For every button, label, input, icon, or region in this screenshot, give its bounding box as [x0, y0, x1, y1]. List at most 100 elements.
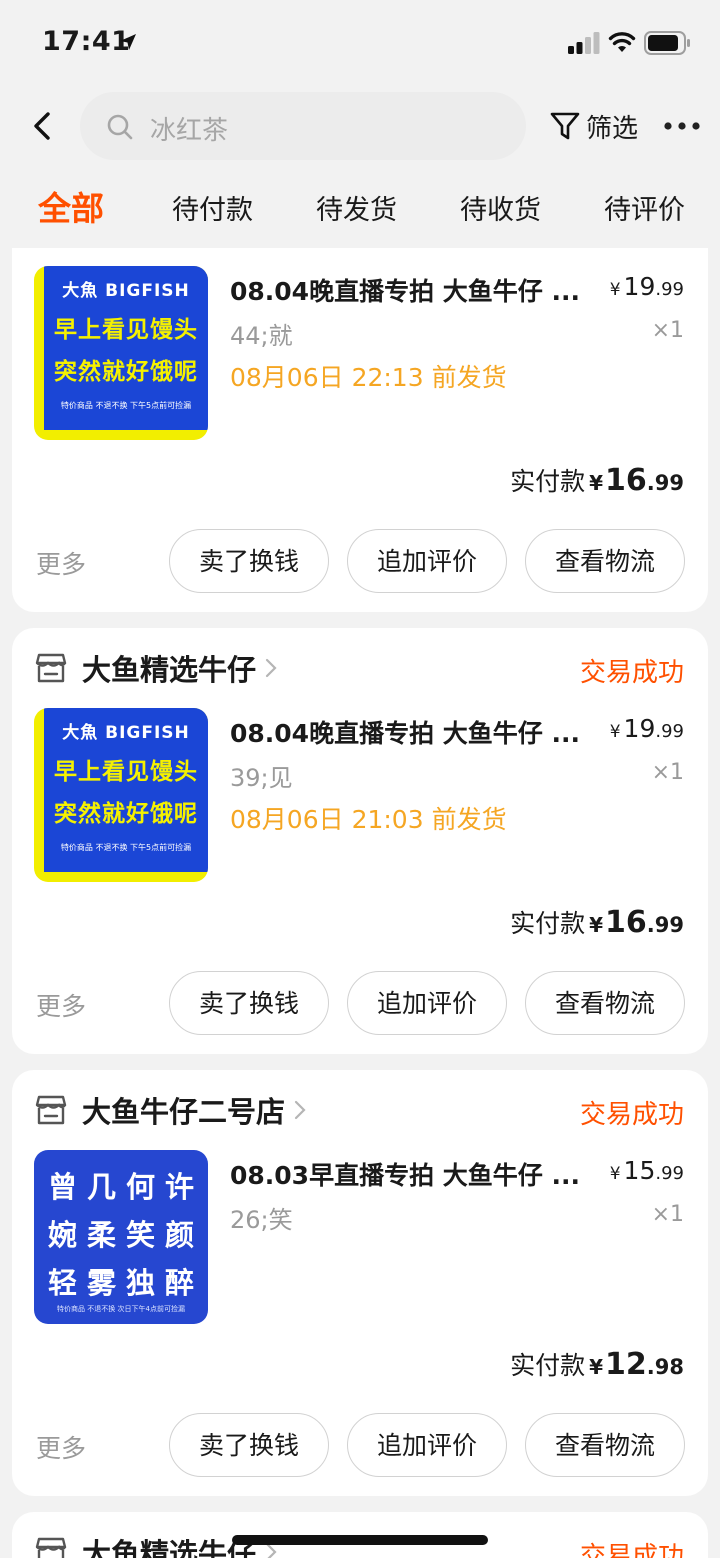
product-thumbnail[interactable]: 曾几何许 婉柔笑颜 轻雾独醉 特价商品 不退不换 次日下午4点前可捡漏 — [34, 1150, 208, 1324]
price-decimal: .99 — [655, 1163, 684, 1184]
shop-link[interactable]: 大鱼精选牛仔 — [34, 648, 278, 688]
thumb-note: 特价商品 不退不换 下午5点前可捡漏 — [60, 401, 192, 410]
price-decimal: .99 — [655, 721, 684, 742]
shop-link[interactable]: 大鱼牛仔二号店 — [34, 1090, 307, 1130]
paid-currency: ¥ — [589, 913, 604, 937]
order-tabs: 全部 待付款 待发货 待收货 待评价 — [0, 178, 720, 248]
price-integer: 15 — [623, 1156, 656, 1185]
chevron-right-icon — [294, 1100, 306, 1120]
shop-name: 大鱼牛仔二号店 — [82, 1095, 286, 1129]
paid-decimal: .98 — [646, 1355, 684, 1379]
price-currency: ¥ — [609, 1164, 621, 1184]
product-title[interactable]: 08.04晚直播专拍 大鱼牛仔 ... — [230, 714, 600, 750]
tab-pending-payment[interactable]: 待付款 — [172, 188, 253, 227]
tab-pending-review[interactable]: 待评价 — [604, 188, 685, 227]
paid-amount: 实付款 ¥12.98 — [510, 1346, 684, 1382]
sell-for-cash-button[interactable]: 卖了换钱 — [169, 529, 329, 593]
thumb-brand: 大魚 BIGFISH — [62, 281, 190, 301]
filter-button[interactable]: 筛选 — [548, 106, 638, 146]
price-decimal: .99 — [655, 279, 684, 300]
paid-decimal: .99 — [646, 471, 684, 495]
paid-amount: 实付款 ¥16.99 — [510, 462, 684, 498]
product-quantity: ×1 — [651, 318, 684, 343]
more-link[interactable]: 更多 — [36, 545, 86, 581]
paid-label: 实付款 — [510, 909, 586, 938]
more-link[interactable]: 更多 — [36, 987, 86, 1023]
view-logistics-button[interactable]: 查看物流 — [525, 1413, 685, 1477]
cellular-signal-icon — [568, 32, 600, 54]
view-logistics-button[interactable]: 查看物流 — [525, 971, 685, 1035]
shop-name: 大鱼精选牛仔 — [82, 1537, 257, 1558]
thumb-line-2: 突然就好饿呢 — [54, 359, 198, 385]
paid-currency: ¥ — [589, 471, 604, 495]
thumb-brand: 大魚 BIGFISH — [62, 723, 190, 743]
price-currency: ¥ — [609, 280, 621, 300]
price-integer: 19 — [623, 272, 656, 301]
thumb-line-1: 早上看见馒头 — [54, 759, 198, 785]
product-thumbnail[interactable]: 大魚 BIGFISH 早上看见馒头 突然就好饿呢 特价商品 不退不换 下午5点前… — [34, 266, 208, 440]
thumb-note: 特价商品 不退不换 下午5点前可捡漏 — [60, 843, 192, 852]
thumb-line-1: 早上看见馒头 — [54, 317, 198, 343]
thumb-note: 特价商品 不退不换 次日下午4点前可捡漏 — [57, 1305, 185, 1313]
location-arrow-icon — [120, 34, 136, 50]
tab-pending-shipment[interactable]: 待发货 — [316, 188, 397, 227]
order-card[interactable]: 大鱼牛仔二号店 交易成功 曾几何许 婉柔笑颜 轻雾独醉 特价商品 不退不换 次日… — [12, 1070, 708, 1496]
chevron-right-icon — [265, 658, 277, 678]
paid-currency: ¥ — [589, 1355, 604, 1379]
product-thumbnail[interactable]: 大魚 BIGFISH 早上看见馒头 突然就好饿呢 特价商品 不退不换 下午5点前… — [34, 708, 208, 882]
order-status: 交易成功 — [579, 1542, 684, 1558]
status-bar: 17:41 — [0, 0, 720, 88]
price-integer: 19 — [623, 714, 656, 743]
sell-for-cash-button[interactable]: 卖了换钱 — [169, 971, 329, 1035]
product-price: ¥19.99 — [610, 272, 684, 301]
product-title[interactable]: 08.03早直播专拍 大鱼牛仔 ... — [230, 1156, 600, 1192]
add-review-button[interactable]: 追加评价 — [347, 529, 507, 593]
product-price: ¥15.99 — [610, 1156, 684, 1185]
shop-icon — [35, 1095, 67, 1125]
more-dots-icon[interactable] — [662, 114, 702, 138]
view-logistics-button[interactable]: 查看物流 — [525, 529, 685, 593]
order-card[interactable]: 大鱼精选牛仔 交易成功 大魚 BIGFISH 早上看见馒头 突然就好饿呢 特价商… — [12, 628, 708, 1054]
ship-deadline: 08月06日 22:13 前发货 — [230, 363, 507, 392]
thumb-row-1: 曾几何许 — [47, 1170, 204, 1204]
price-currency: ¥ — [609, 722, 621, 742]
product-quantity: ×1 — [651, 1202, 684, 1227]
paid-label: 实付款 — [510, 1351, 586, 1380]
tab-all[interactable]: 全部 — [38, 182, 104, 230]
order-card[interactable]: 大魚 BIGFISH 早上看见馒头 突然就好饿呢 特价商品 不退不换 下午5点前… — [12, 248, 708, 612]
product-sku: 26;笑 — [230, 1206, 293, 1234]
paid-integer: 16 — [605, 463, 647, 498]
paid-integer: 12 — [605, 1347, 647, 1382]
paid-label: 实付款 — [510, 467, 586, 496]
search-icon — [107, 114, 133, 140]
paid-integer: 16 — [605, 905, 647, 940]
add-review-button[interactable]: 追加评价 — [347, 1413, 507, 1477]
tab-pending-receipt[interactable]: 待收货 — [460, 188, 541, 227]
thumb-row-2: 婉柔笑颜 — [47, 1218, 204, 1252]
more-link[interactable]: 更多 — [36, 1429, 86, 1465]
paid-decimal: .99 — [646, 913, 684, 937]
thumb-row-3: 轻雾独醉 — [47, 1266, 204, 1300]
search-header: 冰红茶 筛选 — [0, 88, 720, 166]
filter-label: 筛选 — [586, 113, 639, 144]
search-input[interactable]: 冰红茶 — [80, 92, 526, 160]
shop-icon — [35, 1537, 67, 1558]
sell-for-cash-button[interactable]: 卖了换钱 — [169, 1413, 329, 1477]
back-arrow-icon[interactable] — [28, 108, 58, 144]
order-status: 交易成功 — [579, 1100, 684, 1130]
filter-funnel-icon — [550, 112, 580, 140]
paid-amount: 实付款 ¥16.99 — [510, 904, 684, 940]
thumb-line-2: 突然就好饿呢 — [54, 801, 198, 827]
product-price: ¥19.99 — [610, 714, 684, 743]
add-review-button[interactable]: 追加评价 — [347, 971, 507, 1035]
battery-icon — [644, 31, 690, 55]
product-sku: 44;就 — [230, 322, 293, 350]
shop-icon — [35, 653, 67, 683]
product-sku: 39;见 — [230, 764, 293, 792]
shop-name: 大鱼精选牛仔 — [82, 653, 257, 687]
home-indicator[interactable] — [232, 1535, 488, 1545]
wifi-icon — [608, 32, 636, 52]
product-title[interactable]: 08.04晚直播专拍 大鱼牛仔 ... — [230, 272, 600, 308]
product-quantity: ×1 — [651, 760, 684, 785]
order-status: 交易成功 — [579, 658, 684, 688]
